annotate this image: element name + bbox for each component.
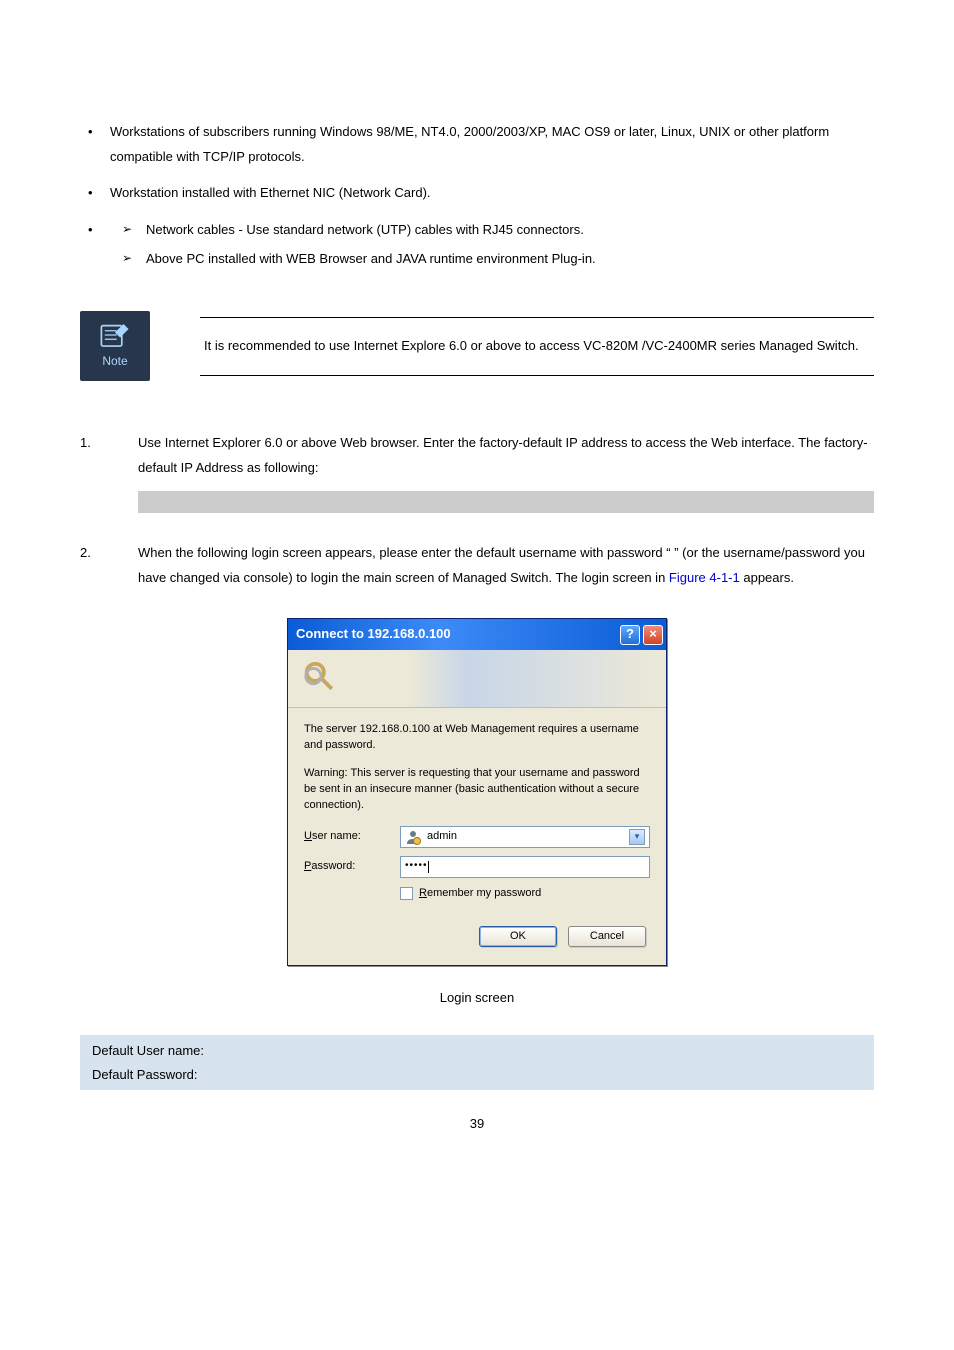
steps-list: 1. Use Internet Explorer 6.0 or above We… [80,431,874,590]
keys-icon [302,659,340,697]
username-value: admin [427,829,629,845]
remember-checkbox[interactable] [400,887,413,900]
login-dialog: Connect to 192.168.0.100 ? × The server … [287,618,667,966]
note-icon: Note [80,311,150,381]
dialog-wrapper: Connect to 192.168.0.100 ? × The server … [80,618,874,966]
text-caret [428,861,429,873]
step-text: with password “ [580,545,670,560]
ok-button[interactable]: OK [479,926,557,948]
note-text-cell: It is recommended to use Internet Explor… [200,317,874,376]
remember-label: Remember my password [419,886,541,902]
help-button[interactable]: ? [620,625,640,645]
bullet-text: Workstations of subscribers running Wind… [110,124,829,164]
step-2: 2. When the following login screen appea… [80,541,874,590]
defaults-box: Default User name: Default Password: [80,1035,874,1090]
step-number: 2. [80,541,138,590]
notepad-icon [98,320,132,350]
sub-item: Network cables - Use standard network (U… [146,218,874,243]
cancel-button[interactable]: Cancel [568,926,646,948]
password-row: Password: ••••• [304,856,650,878]
sub-list: Network cables - Use standard network (U… [110,218,874,271]
step-number: 1. [80,431,138,512]
sub-text: Network cables - Use standard network (U… [146,222,584,237]
list-item: Workstations of subscribers running Wind… [110,120,874,169]
step-body: When the following login screen appears,… [138,541,874,590]
username-field-wrap: admin ▾ [400,826,650,848]
dialog-title: Connect to 192.168.0.100 [296,622,617,647]
step-text: appears. [743,570,794,585]
figure-caption: Login screen [80,986,874,1011]
dialog-buttons: OK Cancel [304,902,650,952]
note-label: Note [102,350,127,373]
sub-item: Above PC installed with WEB Browser and … [146,247,874,272]
dialog-banner [288,650,666,708]
password-field-wrap: ••••• [400,856,650,878]
default-username-row: Default User name: [92,1039,862,1062]
password-input[interactable]: ••••• [400,856,650,878]
figure-reference: Figure 4-1-1 [669,570,740,585]
step-1: 1. Use Internet Explorer 6.0 or above We… [80,431,874,512]
page-number: 39 [80,1112,874,1137]
person-icon [405,829,421,845]
default-username-label: Default User name: [92,1043,204,1058]
password-label: Password: [304,859,400,875]
dialog-body: The server 192.168.0.100 at Web Manageme… [288,708,666,966]
note-block: Note It is recommended to use Internet E… [80,311,874,381]
default-password-label: Default Password: [92,1067,198,1082]
note-text: It is recommended to use Internet Explor… [204,338,859,353]
username-row: User name: admin ▾ [304,826,650,848]
warning-message: Warning: This server is requesting that … [304,766,650,814]
ip-address-bar [138,491,874,513]
username-label: User name: [304,829,400,845]
list-item: Workstation installed with Ethernet NIC … [110,181,874,206]
step-text: When the following login screen appears,… [138,545,580,560]
bullet-text: Workstation installed with Ethernet NIC … [110,185,431,200]
dialog-titlebar: Connect to 192.168.0.100 ? × [288,619,666,650]
default-password-row: Default Password: [92,1063,862,1086]
close-button[interactable]: × [643,625,663,645]
sub-text: Above PC installed with WEB Browser and … [146,251,596,266]
requirements-list: Workstations of subscribers running Wind… [80,120,874,271]
password-value: ••••• [405,859,428,874]
dropdown-button[interactable]: ▾ [629,829,645,845]
step-body: Use Internet Explorer 6.0 or above Web b… [138,431,874,512]
step-text: Use Internet Explorer 6.0 or above Web b… [138,435,868,475]
username-input[interactable]: admin ▾ [400,826,650,848]
remember-row: Remember my password [400,886,650,902]
list-item-empty: Network cables - Use standard network (U… [110,218,874,271]
server-message: The server 192.168.0.100 at Web Manageme… [304,722,650,754]
